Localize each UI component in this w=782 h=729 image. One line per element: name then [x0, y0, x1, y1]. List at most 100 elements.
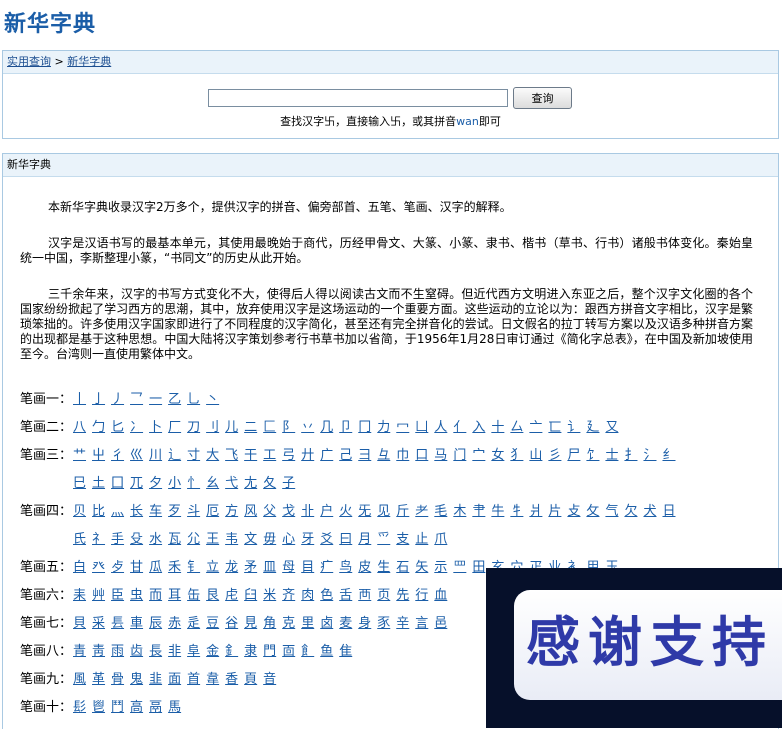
radical-link[interactable]: 立 — [206, 560, 219, 575]
radical-link[interactable]: 韦 — [225, 532, 238, 547]
radical-link[interactable]: 米 — [263, 588, 276, 603]
radical-link[interactable]: 月 — [358, 532, 371, 547]
radical-link[interactable]: 牙 — [301, 532, 314, 547]
radical-link[interactable]: 饣 — [586, 448, 599, 463]
radical-link[interactable]: 艸 — [92, 588, 105, 603]
radical-link[interactable]: 入 — [472, 420, 485, 435]
search-input[interactable] — [208, 89, 508, 107]
radical-link[interactable]: 弋 — [225, 476, 238, 491]
radical-link[interactable]: 鸟 — [339, 560, 352, 575]
radical-link[interactable]: 亻 — [453, 420, 466, 435]
radical-link[interactable]: 瓜 — [149, 560, 162, 575]
radical-link[interactable]: 欠 — [624, 504, 637, 519]
radical-link[interactable]: 豕 — [377, 616, 390, 631]
radical-link[interactable]: 户 — [320, 504, 333, 519]
radical-link[interactable]: 彳 — [111, 448, 124, 463]
radical-link[interactable]: 罒 — [453, 560, 466, 575]
radical-link[interactable]: 手 — [111, 532, 124, 547]
radical-link[interactable]: 隶 — [244, 644, 257, 659]
radical-link[interactable]: 殳 — [130, 532, 143, 547]
radical-link[interactable]: 车 — [149, 504, 162, 519]
radical-link[interactable]: 矢 — [415, 560, 428, 575]
radical-link[interactable]: 彑 — [377, 448, 390, 463]
radical-link[interactable]: 灬 — [111, 504, 124, 519]
radical-link[interactable]: 飞 — [225, 448, 238, 463]
radical-link[interactable]: 色 — [320, 588, 333, 603]
radical-link[interactable]: 丨 — [73, 392, 86, 407]
radical-link[interactable]: 馬 — [168, 700, 181, 715]
radical-link[interactable]: 癶 — [92, 560, 105, 575]
radical-link[interactable]: 干 — [244, 448, 257, 463]
radical-link[interactable]: 马 — [434, 448, 447, 463]
radical-link[interactable]: 辵 — [187, 616, 200, 631]
radical-link[interactable]: 巳 — [73, 476, 86, 491]
radical-link[interactable]: 扌 — [624, 448, 637, 463]
radical-link[interactable]: 齐 — [282, 588, 295, 603]
radical-link[interactable]: 二 — [244, 420, 257, 435]
radical-link[interactable]: 言 — [415, 616, 428, 631]
radical-link[interactable]: 卤 — [320, 616, 333, 631]
radical-link[interactable]: 夕 — [149, 476, 162, 491]
radical-link[interactable]: 毋 — [263, 532, 276, 547]
radical-link[interactable]: 赤 — [168, 616, 181, 631]
radical-link[interactable]: 寸 — [187, 448, 200, 463]
radical-link[interactable]: 飠 — [301, 644, 314, 659]
radical-link[interactable]: 钅 — [187, 560, 200, 575]
radical-link[interactable]: 乚 — [187, 392, 200, 407]
radical-link[interactable]: 缶 — [187, 588, 200, 603]
radical-link[interactable]: 阜 — [187, 644, 200, 659]
radical-link[interactable]: 虫 — [130, 588, 143, 603]
radical-link[interactable]: 冖 — [396, 420, 409, 435]
radical-link[interactable]: 彡 — [548, 448, 561, 463]
breadcrumb-home-link[interactable]: 实用查询 — [7, 55, 51, 68]
radical-link[interactable]: 目 — [301, 560, 314, 575]
radical-link[interactable]: 廴 — [586, 420, 599, 435]
radical-link[interactable]: 八 — [73, 420, 86, 435]
radical-link[interactable]: 香 — [225, 672, 238, 687]
breadcrumb-current-link[interactable]: 新华字典 — [67, 55, 111, 68]
radical-link[interactable]: 青 — [73, 644, 86, 659]
radical-link[interactable]: 面 — [168, 672, 181, 687]
radical-link[interactable]: 肉 — [301, 588, 314, 603]
radical-link[interactable]: 宀 — [472, 448, 485, 463]
radical-link[interactable]: 疒 — [320, 560, 333, 575]
radical-link[interactable]: 乙 — [168, 392, 181, 407]
radical-link[interactable]: 阝 — [282, 420, 295, 435]
radical-link[interactable]: 旡 — [358, 504, 371, 519]
radical-link[interactable]: 曰 — [339, 532, 352, 547]
radical-link[interactable]: 臣 — [111, 588, 124, 603]
radical-link[interactable]: 爪 — [434, 532, 447, 547]
radical-link[interactable]: 口 — [415, 448, 428, 463]
radical-link[interactable]: 革 — [92, 672, 105, 687]
radical-link[interactable]: 見 — [244, 616, 257, 631]
radical-link[interactable]: 艮 — [206, 588, 219, 603]
radical-link[interactable]: 骨 — [111, 672, 124, 687]
radical-link[interactable]: 亠 — [529, 420, 542, 435]
radical-link[interactable]: 而 — [149, 588, 162, 603]
radical-link[interactable]: 辛 — [396, 616, 409, 631]
radical-link[interactable]: 页 — [377, 588, 390, 603]
radical-link[interactable]: 舌 — [339, 588, 352, 603]
radical-link[interactable]: 示 — [434, 560, 447, 575]
radical-link[interactable]: 甘 — [130, 560, 143, 575]
radical-link[interactable]: 屮 — [92, 448, 105, 463]
radical-link[interactable]: 广 — [320, 448, 333, 463]
radical-link[interactable]: 心 — [282, 532, 295, 547]
radical-link[interactable]: 一 — [149, 392, 162, 407]
radical-link[interactable]: 水 — [149, 532, 162, 547]
radical-link[interactable]: 皮 — [358, 560, 371, 575]
radical-link[interactable]: 耳 — [168, 588, 181, 603]
radical-link[interactable]: 戈 — [282, 504, 295, 519]
radical-link[interactable]: 牜 — [510, 504, 523, 519]
radical-link[interactable]: 虍 — [225, 588, 238, 603]
radical-link[interactable]: 门 — [453, 448, 466, 463]
radical-link[interactable]: 匚 — [263, 420, 276, 435]
radical-link[interactable]: 艹 — [73, 448, 86, 463]
radical-link[interactable]: 女 — [491, 448, 504, 463]
radical-link[interactable]: 火 — [339, 504, 352, 519]
radical-link[interactable]: 尢 — [244, 476, 257, 491]
radical-link[interactable]: 卩 — [339, 420, 352, 435]
radical-link[interactable]: 邑 — [434, 616, 447, 631]
radical-link[interactable]: 先 — [396, 588, 409, 603]
radical-link[interactable]: 亅 — [92, 392, 105, 407]
